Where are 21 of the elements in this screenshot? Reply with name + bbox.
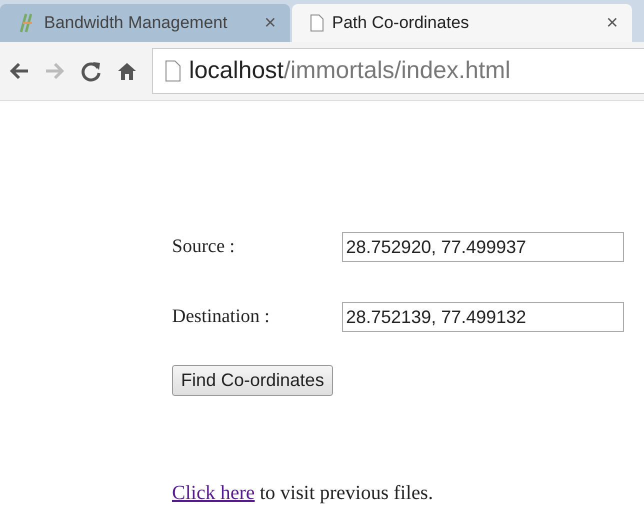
browser-tab[interactable]: Path Co-ordinates × (292, 4, 632, 42)
page-icon (165, 60, 181, 82)
tab-title: Bandwidth Management (44, 13, 228, 33)
browser-tab[interactable]: Bandwidth Management × (0, 4, 290, 42)
address-bar[interactable]: localhost/immortals/index.html (152, 48, 644, 94)
page-icon (310, 14, 324, 32)
close-icon[interactable]: × (264, 12, 276, 34)
reload-icon[interactable] (80, 60, 102, 82)
url-path: /immortals/index.html (284, 57, 510, 84)
field-label: Destination : (172, 306, 271, 328)
footer-text: Click here to visit previous files. (172, 482, 434, 505)
tab-title: Path Co-ordinates (332, 13, 470, 33)
url-host: localhost (189, 57, 284, 84)
close-icon[interactable]: × (606, 12, 618, 34)
coordinate-field[interactable]: 28.752920, 77.499937 (342, 232, 624, 262)
field-label: Source : (172, 236, 236, 258)
back-icon[interactable] (8, 60, 30, 82)
home-icon[interactable] (116, 60, 138, 82)
link[interactable]: Click here (172, 482, 255, 504)
find-button[interactable]: Find Co-ordinates (172, 365, 334, 396)
coordinate-field[interactable]: 28.752139, 77.499132 (342, 302, 624, 332)
